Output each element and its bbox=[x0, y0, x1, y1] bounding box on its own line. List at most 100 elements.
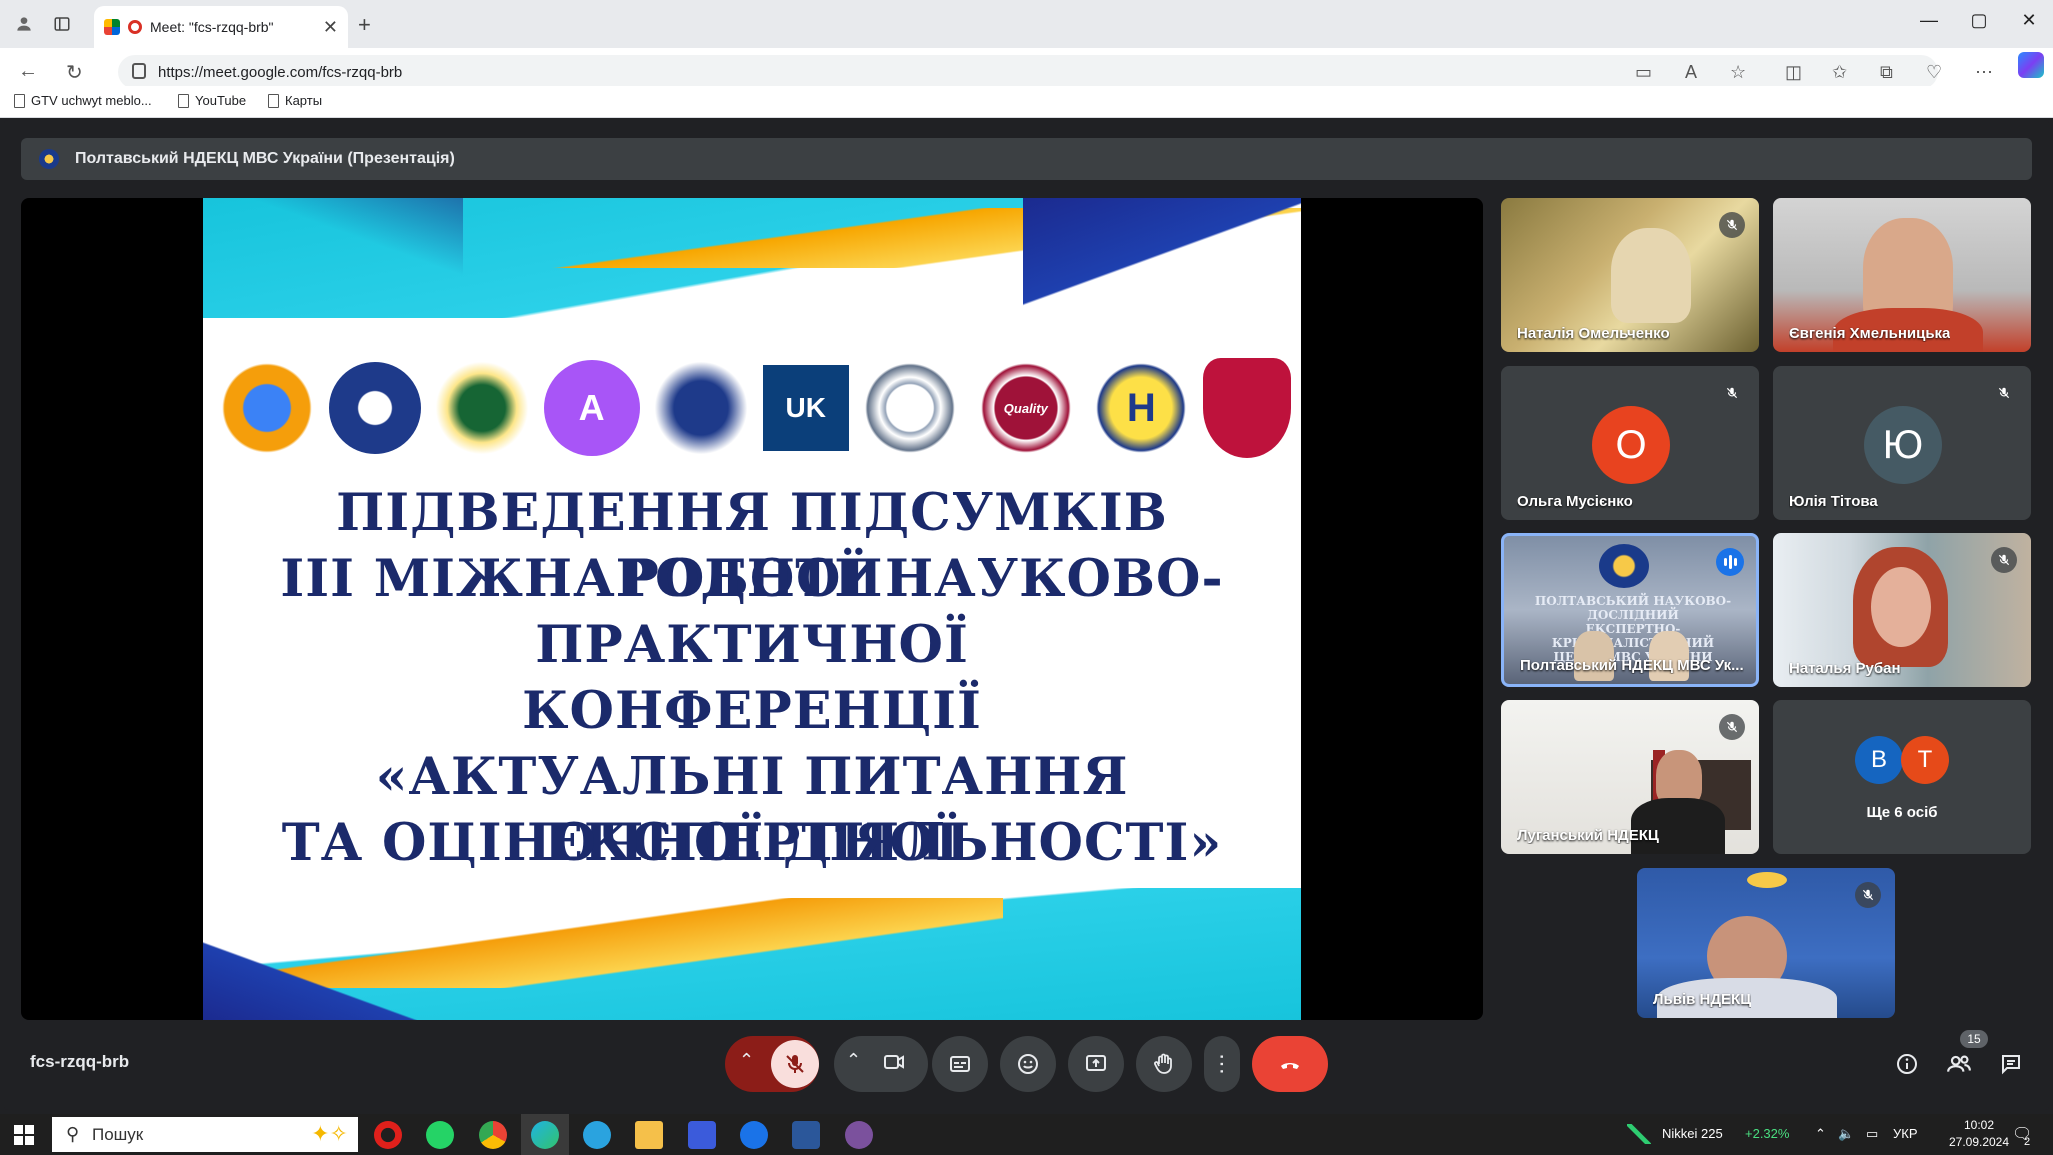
participant-name: Євгенія Хмельницька bbox=[1789, 325, 1951, 342]
logo-8-icon: Quality bbox=[971, 353, 1080, 463]
chevron-up-icon[interactable]: ⌃ bbox=[739, 1050, 754, 1071]
present-icon bbox=[1086, 1055, 1106, 1071]
word-icon[interactable] bbox=[792, 1121, 820, 1149]
presentation-stage[interactable]: A UK Quality H ПІДВЕДЕННЯ ПІДСУМКІВ РОБО… bbox=[21, 198, 1483, 1020]
raise-hand-button[interactable] bbox=[1136, 1036, 1192, 1092]
bookmark-gtv[interactable]: GTV uchwyt meblo... bbox=[14, 93, 152, 108]
chevron-up-icon[interactable]: ⌃ bbox=[846, 1050, 861, 1071]
url-field[interactable]: https://meet.google.com/fcs-rzqq-brb bbox=[118, 55, 1938, 89]
participant-tile[interactable]: О Ольга Мусієнко bbox=[1501, 366, 1759, 520]
profile-icon[interactable] bbox=[12, 12, 36, 36]
edge-icon[interactable] bbox=[531, 1121, 559, 1149]
presentation-label: Полтавський НДЕКЦ МВС України (Презентац… bbox=[75, 150, 455, 167]
captions-button[interactable] bbox=[932, 1036, 988, 1092]
search-icon: ⚲ bbox=[66, 1124, 80, 1144]
microphone-control[interactable]: ⌃ bbox=[725, 1036, 819, 1092]
calendar-app-icon[interactable] bbox=[688, 1121, 716, 1149]
file-explorer-icon[interactable] bbox=[635, 1121, 663, 1149]
leave-call-button[interactable] bbox=[1252, 1036, 1328, 1092]
participant-tile[interactable]: Ю Юлія Тітова bbox=[1773, 366, 2031, 520]
more-participants-tile[interactable]: В Т Ще 6 осіб bbox=[1773, 700, 2031, 854]
whatsapp-icon[interactable] bbox=[426, 1121, 454, 1149]
favorite-star-icon[interactable]: ☆ bbox=[1730, 62, 1746, 83]
logo-5-icon bbox=[647, 353, 756, 463]
logo-2-icon bbox=[328, 362, 421, 454]
reactions-button[interactable] bbox=[1000, 1036, 1056, 1092]
bookmarks-bar: GTV uchwyt meblo... YouTube Карты bbox=[0, 86, 2053, 118]
people-count-badge: 15 bbox=[1960, 1030, 1988, 1048]
presentation-slide: A UK Quality H ПІДВЕДЕННЯ ПІДСУМКІВ РОБО… bbox=[203, 198, 1301, 1020]
muted-mic-icon bbox=[1719, 714, 1745, 740]
presentation-banner: Полтавський НДЕКЦ МВС України (Презентац… bbox=[21, 138, 2032, 180]
read-aloud-icon[interactable]: A bbox=[1685, 62, 1697, 83]
participant-tile[interactable]: Наталія Омельченко bbox=[1501, 198, 1759, 352]
avatar: О bbox=[1592, 406, 1670, 484]
notification-count: 2 bbox=[2024, 1136, 2031, 1148]
stock-chart-icon bbox=[1627, 1124, 1651, 1144]
present-screen-button[interactable] bbox=[1068, 1036, 1124, 1092]
collections-icon[interactable]: ⧉ bbox=[1880, 62, 1893, 83]
extensions-icon[interactable]: ♡ bbox=[1926, 62, 1942, 83]
taskbar-search[interactable]: ⚲ Пошук ✦✧ bbox=[52, 1117, 358, 1152]
participant-tile[interactable]: Луганський НДЕКЦ bbox=[1501, 700, 1759, 854]
more-menu-icon[interactable]: ⋯ bbox=[1975, 62, 1993, 83]
tab-actions-icon[interactable] bbox=[50, 12, 74, 36]
network-icon[interactable]: ▭ bbox=[1866, 1126, 1878, 1142]
opera-icon[interactable] bbox=[374, 1121, 402, 1149]
viber-icon[interactable] bbox=[845, 1121, 873, 1149]
minimize-icon[interactable]: — bbox=[1905, 10, 1953, 31]
split-screen-icon[interactable]: ◫ bbox=[1785, 62, 1802, 83]
logo-3-icon bbox=[428, 353, 537, 463]
clock[interactable]: 10:02 27.09.2024 bbox=[1944, 1118, 2014, 1149]
meeting-info-icon[interactable] bbox=[1893, 1050, 1921, 1078]
stock-name[interactable]: Nikkei 225 bbox=[1662, 1126, 1723, 1141]
bookmark-maps[interactable]: Карты bbox=[268, 93, 322, 108]
back-icon[interactable]: ← bbox=[18, 60, 38, 83]
stock-change: +2.32% bbox=[1745, 1126, 1790, 1141]
close-window-icon[interactable]: ✕ bbox=[2005, 10, 2053, 31]
participant-name: Львів НДЕКЦ bbox=[1653, 991, 1752, 1008]
clock-time: 10:02 bbox=[1963, 1118, 1995, 1132]
favorites-icon[interactable]: ✩ bbox=[1832, 62, 1847, 83]
camera-control[interactable]: ⌃ bbox=[834, 1036, 928, 1092]
volume-icon[interactable]: 🔈 bbox=[1838, 1126, 1854, 1142]
tab-meet[interactable]: Meet: "fcs-rzqq-brb" ✕ bbox=[94, 6, 348, 48]
zoom-icon[interactable] bbox=[740, 1121, 768, 1149]
telegram-icon[interactable] bbox=[583, 1121, 611, 1149]
participant-tile[interactable]: Євгенія Хмельницька bbox=[1773, 198, 2031, 352]
people-icon[interactable] bbox=[1945, 1050, 1973, 1078]
tray-chevron-icon[interactable]: ⌃ bbox=[1815, 1126, 1826, 1142]
meet-favicon-icon bbox=[104, 19, 120, 35]
new-tab-icon[interactable]: + bbox=[358, 12, 371, 38]
camera-icon[interactable] bbox=[882, 1050, 906, 1080]
meeting-code: fcs-rzqq-brb bbox=[30, 1052, 130, 1071]
slide-title-line-2: ІІІ МІЖНАРОДНОЇ НАУКОВО- bbox=[280, 549, 1224, 609]
camera-permission-icon[interactable]: ▭ bbox=[1635, 62, 1652, 83]
participant-name: Наталія Омельченко bbox=[1517, 325, 1670, 342]
logo-7-icon bbox=[856, 353, 965, 463]
participant-tile[interactable]: Львів НДЕКЦ bbox=[1637, 868, 1895, 1018]
page-icon bbox=[14, 93, 25, 108]
participant-tile-speaking[interactable]: ПОЛТАВСЬКИЙ НАУКОВО-ДОСЛІДНИЙ ЕКСПЕРТНО-К… bbox=[1501, 533, 1759, 687]
copilot-icon[interactable] bbox=[2018, 52, 2044, 78]
maximize-icon[interactable]: ▢ bbox=[1955, 10, 2003, 31]
bookmark-youtube[interactable]: YouTube bbox=[178, 93, 246, 108]
avatar: Т bbox=[1901, 736, 1949, 784]
windows-start-icon[interactable] bbox=[14, 1125, 34, 1145]
reload-icon[interactable]: ↻ bbox=[66, 60, 83, 85]
mic-off-icon[interactable] bbox=[771, 1040, 819, 1088]
participant-name: Наталья Рубан bbox=[1789, 660, 1901, 677]
more-options-button[interactable]: ⋯ bbox=[1204, 1036, 1240, 1092]
hang-up-icon bbox=[1281, 1063, 1299, 1069]
chrome-icon[interactable] bbox=[479, 1121, 507, 1149]
browser-tab-bar: Meet: "fcs-rzqq-brb" ✕ + — ▢ ✕ bbox=[0, 0, 2053, 48]
site-info-icon[interactable] bbox=[132, 63, 146, 79]
participant-name: Луганський НДЕКЦ bbox=[1517, 827, 1659, 844]
participant-name: Полтавський НДЕКЦ МВС Ук... bbox=[1520, 657, 1744, 674]
chat-icon[interactable] bbox=[1997, 1050, 2025, 1078]
avatar: Ю bbox=[1864, 406, 1942, 484]
participant-tile[interactable]: Наталья Рубан bbox=[1773, 533, 2031, 687]
close-tab-icon[interactable]: ✕ bbox=[323, 17, 338, 38]
emoji-icon bbox=[1018, 1054, 1038, 1074]
language-indicator[interactable]: УКР bbox=[1893, 1126, 1918, 1141]
